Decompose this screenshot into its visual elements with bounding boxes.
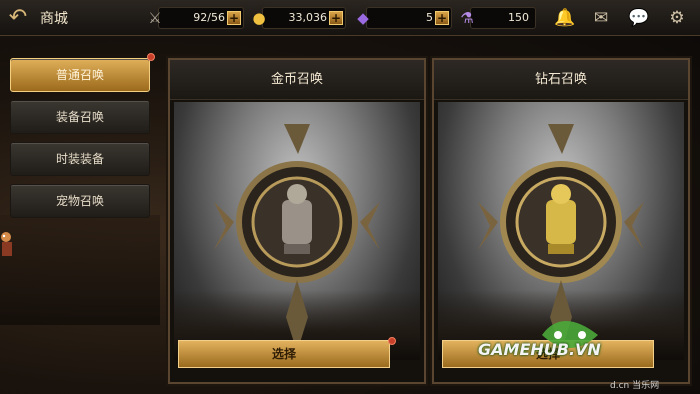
menu-item-normal-summon[interactable]: 普通召唤 (10, 58, 150, 92)
menu-item-costume[interactable]: 时装装备 (10, 142, 150, 176)
watermark-text: GAMEHUB.VN (478, 340, 601, 359)
gold-add-button[interactable]: + (329, 11, 343, 25)
diamond-add-button[interactable]: + (435, 11, 449, 25)
diamond-value: 5 (426, 11, 433, 24)
menu-item-equipment-summon[interactable]: 装备召唤 (10, 100, 150, 134)
gold-summon-select-button[interactable]: 选择 (178, 340, 390, 368)
gold-coin-icon: ● (252, 9, 266, 27)
page-title: 商城 (40, 11, 68, 27)
chat-icon[interactable]: 💬 (626, 5, 652, 31)
stamina-counter: ⚔ 92/56 + (148, 7, 244, 29)
potion-icon: ⚗ (460, 9, 474, 27)
gold-value: 33,036 (288, 11, 328, 24)
menu-item-pet-summon[interactable]: 宠物召唤 (10, 184, 150, 218)
back-arrow-icon[interactable]: ↶ (4, 4, 32, 32)
watermark-subtext: d.cn 当乐网 (610, 381, 660, 391)
notification-dot (147, 53, 155, 61)
gold-counter: ● 33,036 + (252, 7, 346, 29)
stamina-add-button[interactable]: + (227, 11, 241, 25)
notification-dot (388, 337, 396, 345)
top-bar: ↶ 商城 ⚔ 92/56 + ● 33,036 + ◆ 5 + ⚗ 150 🔔 … (0, 0, 700, 36)
stamina-value: 92/56 (193, 11, 225, 24)
settings-icon[interactable]: ⚙ (664, 5, 690, 31)
potion-counter: ⚗ 150 (460, 7, 536, 29)
card-artwork (174, 102, 420, 360)
potion-value: 150 (508, 11, 529, 24)
diamond-icon: ◆ (357, 9, 369, 27)
stamina-icon: ⚔ (148, 9, 162, 27)
background-floor (0, 215, 160, 325)
card-title: 金币召唤 (170, 60, 424, 100)
bronze-knight-emblem-icon (214, 124, 380, 352)
diamond-counter: ◆ 5 + (357, 7, 452, 29)
bell-icon[interactable]: 🔔 (552, 5, 578, 31)
side-character-icon (1, 232, 12, 256)
mail-icon[interactable]: ✉ (588, 5, 614, 31)
gold-summon-card: 金币召唤 选择 (168, 58, 426, 384)
card-title: 钻石召唤 (434, 60, 688, 100)
